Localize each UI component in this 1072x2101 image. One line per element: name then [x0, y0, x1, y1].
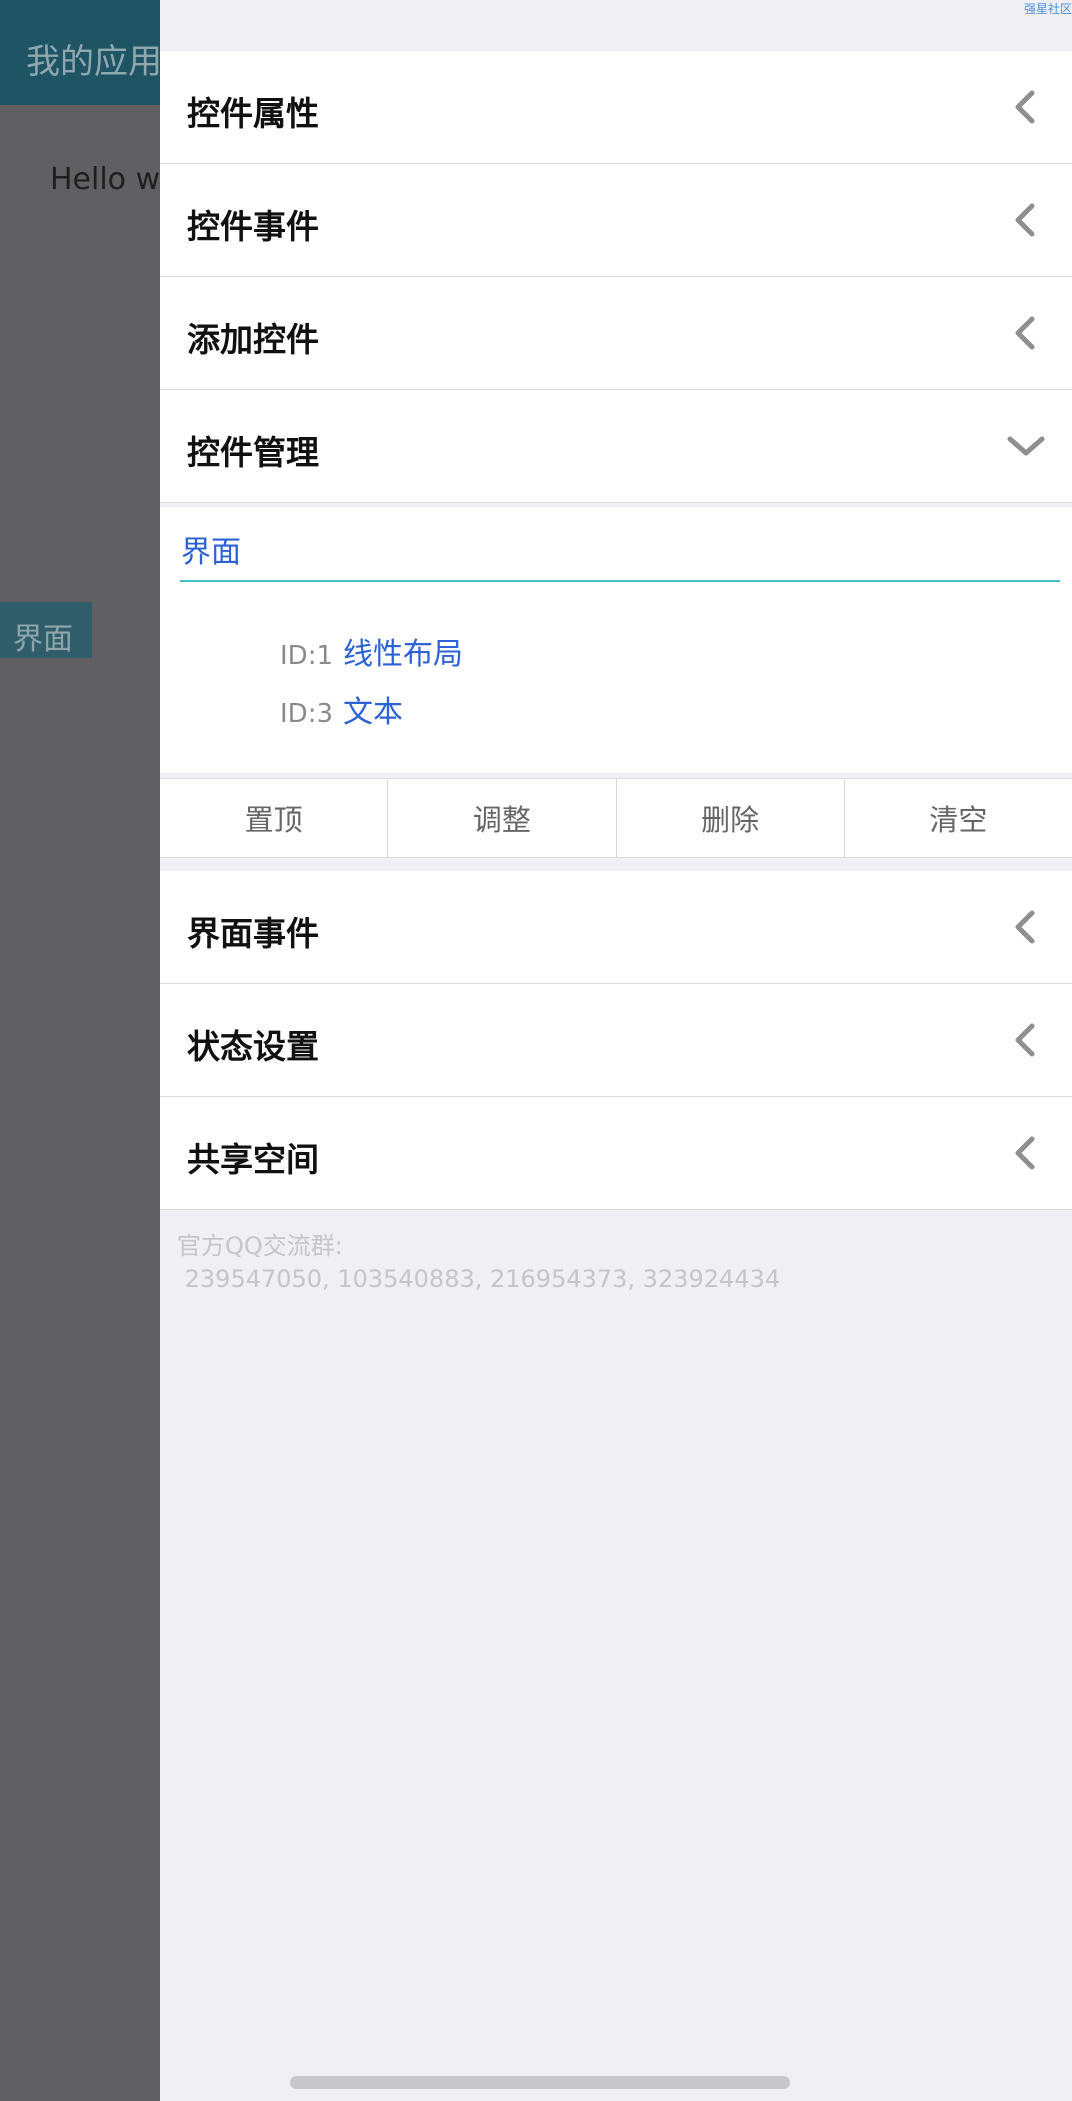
app-title: 我的应用: [26, 42, 160, 82]
home-indicator[interactable]: [290, 2076, 790, 2089]
section-control-manager[interactable]: 控件管理: [160, 390, 1072, 503]
section-control-events[interactable]: 控件事件: [160, 164, 1072, 277]
app-header: 我的应用: [0, 0, 160, 105]
qq-group-title: 官方QQ交流群:: [177, 1232, 343, 1260]
qq-group-info: 官方QQ交流群: 239547050, 103540883, 216954373…: [177, 1230, 780, 1296]
adjust-button[interactable]: 调整: [388, 779, 617, 857]
section-add-control[interactable]: 添加控件: [160, 277, 1072, 390]
root-underline: [180, 580, 1060, 582]
section-label: 控件管理: [187, 433, 319, 472]
view-tag: 界面: [0, 602, 92, 658]
section-label: 界面事件: [187, 914, 319, 953]
chevron-left-icon: [1006, 1133, 1046, 1173]
section-label: 添加控件: [187, 320, 319, 359]
tree-item[interactable]: ID:3 文本: [280, 687, 403, 731]
pin-top-button[interactable]: 置顶: [160, 779, 389, 857]
chevron-left-icon: [1006, 1020, 1046, 1060]
side-drawer: 强星社区 控件属性 控件事件 添加控件 控件管理 界面 ID:1 线性布局 ID:…: [160, 0, 1072, 2101]
clear-button[interactable]: 清空: [845, 779, 1072, 857]
section-label: 状态设置: [187, 1027, 319, 1066]
tree-item-id: ID:3: [280, 699, 333, 729]
tree-item[interactable]: ID:1 线性布局: [280, 629, 463, 673]
community-link[interactable]: 强星社区: [1024, 0, 1072, 17]
section-control-properties[interactable]: 控件属性: [160, 51, 1072, 164]
section-state-settings[interactable]: 状态设置: [160, 984, 1072, 1097]
view-tag-label: 界面: [13, 622, 73, 657]
section-label: 控件事件: [187, 207, 319, 246]
tree-item-name: 线性布局: [343, 637, 463, 672]
section-label: 控件属性: [187, 94, 319, 133]
chevron-left-icon: [1006, 907, 1046, 947]
chevron-left-icon: [1006, 200, 1046, 240]
chevron-left-icon: [1006, 313, 1046, 353]
qq-group-numbers: 239547050, 103540883, 216954373, 3239244…: [177, 1265, 781, 1293]
tree-item-name: 文本: [343, 695, 403, 730]
delete-button[interactable]: 删除: [617, 779, 845, 857]
chevron-down-icon: [1006, 426, 1046, 466]
chevron-left-icon: [1006, 87, 1046, 127]
section-shared-space[interactable]: 共享空间: [160, 1097, 1072, 1210]
hello-text: Hello w: [50, 162, 160, 197]
control-tree-panel: 界面 ID:1 线性布局 ID:3 文本: [160, 507, 1072, 773]
tree-item-id: ID:1: [280, 641, 333, 671]
section-label: 共享空间: [187, 1140, 319, 1179]
control-action-bar: 置顶 调整 删除 清空: [160, 778, 1072, 858]
section-view-events[interactable]: 界面事件: [160, 871, 1072, 984]
background-app: 我的应用 Hello w 界面: [0, 0, 160, 2101]
tree-root-item[interactable]: 界面: [181, 527, 241, 571]
